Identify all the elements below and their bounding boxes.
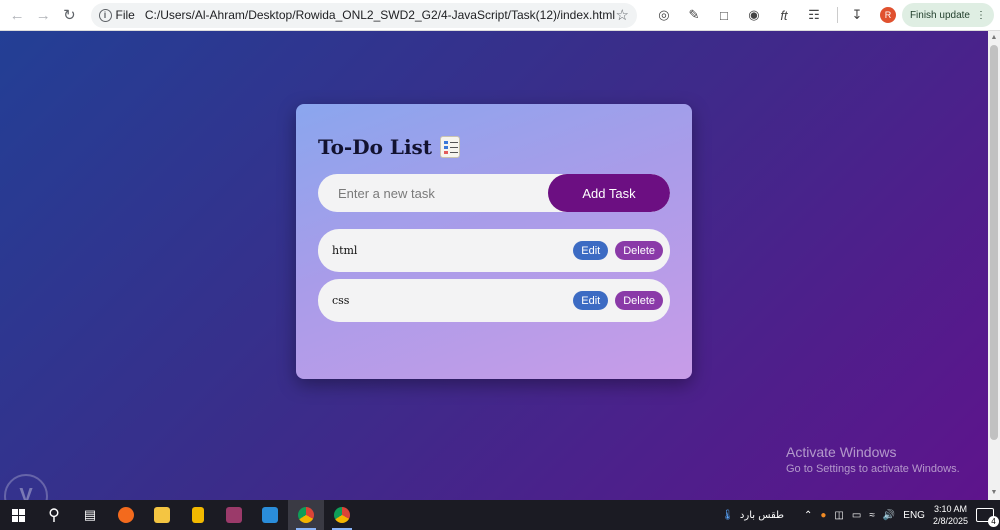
chrome-icon[interactable] [288,500,324,530]
file-explorer-icon[interactable] [144,500,180,530]
scroll-down-icon[interactable]: ▼ [990,489,998,497]
clock[interactable]: 3:10 AM 2/8/2025 [933,503,968,527]
todo-card: To-Do List Add Task html Edit Delete css… [296,104,692,379]
weather-text: طقس بارد [739,509,784,521]
clipboard-list-icon [440,136,461,158]
weather-widget[interactable]: 🌡 طقس بارد [721,510,784,521]
power-bi-icon[interactable] [180,500,216,530]
activate-subtitle: Go to Settings to activate Windows. [786,463,960,475]
chrome-profile-icon[interactable] [324,500,360,530]
profile-avatar[interactable]: R [879,7,896,23]
windows-taskbar: ⚲ ▤ 🌡 طقس بارد ⌃ ● ◫ ▭ ≈ 🔊 ENG 3:10 AM 2… [0,500,1000,530]
volume-icon[interactable]: 🔊 [883,510,895,521]
task-input-row: Add Task [318,174,670,212]
back-icon[interactable]: ← [6,3,28,27]
overlay-logo-icon: V [4,474,48,500]
font-extension-icon[interactable]: ft [771,3,797,27]
vscode-icon[interactable] [252,500,288,530]
tray-app-icon[interactable]: ● [820,510,826,521]
clock-date: 2/8/2025 [932,516,968,526]
finish-update-button[interactable]: Finish update ⋮ [901,3,994,27]
bookmark-star-icon[interactable]: ☆ [615,6,628,24]
finish-update-label: Finish update [909,9,970,21]
vertical-scrollbar[interactable]: ▲ ▼ [988,31,1000,500]
kebab-menu-icon: ⋮ [975,9,986,21]
activate-windows-watermark: Activate Windows Go to Settings to activ… [786,444,960,475]
edit-button[interactable]: Edit [573,291,609,310]
task-view-icon[interactable]: ▤ [72,500,108,530]
thermometer-icon: 🌡 [721,509,734,521]
translate-icon[interactable]: ◎ [651,3,677,27]
meet-now-icon[interactable]: ◫ [834,510,843,521]
new-task-input[interactable] [318,174,548,212]
task-list: html Edit Delete css Edit Delete [318,229,670,322]
url-text[interactable]: C:/Users/Al-Ahram/Desktop/Rowida_ONL2_SW… [145,8,616,22]
chevron-up-icon[interactable]: ⌃ [804,510,812,521]
add-task-button[interactable]: Add Task [548,174,670,212]
system-tray: 🌡 طقس بارد ⌃ ● ◫ ▭ ≈ 🔊 ENG 3:10 AM 2/8/2… [721,503,1000,527]
record-extension-icon[interactable]: ◉ [741,3,767,27]
toolbar-divider [836,7,838,23]
info-icon[interactable]: i [98,8,112,22]
clock-time: 3:10 AM [933,504,967,514]
browser-toolbar: ← → ↻ i File C:/Users/Al-Ahram/Desktop/R… [0,0,1000,31]
extensions-bar: ◎ ✎ □ ◉ ft ☶ ↧ R Finish update ⋮ [651,3,994,27]
firefox-icon[interactable] [108,500,144,530]
start-button[interactable] [0,500,36,530]
scrollbar-thumb[interactable] [990,45,998,440]
forward-icon[interactable]: → [32,3,54,27]
windows-logo-icon [11,508,25,522]
delete-button[interactable]: Delete [615,241,663,260]
language-indicator[interactable]: ENG [903,510,925,521]
notification-icon[interactable]: 4 [976,508,999,527]
title-text: To-Do List [318,135,433,159]
edit-button[interactable]: Edit [573,241,609,260]
search-icon[interactable]: ⚲ [36,500,72,530]
page-title: To-Do List [318,134,670,160]
task-item: css Edit Delete [318,279,670,322]
delete-button[interactable]: Delete [615,291,663,310]
notification-count: 4 [988,516,999,527]
task-text: html [332,244,358,257]
screenshot-extension-icon[interactable]: □ [711,3,737,27]
reload-icon[interactable]: ↻ [58,3,80,27]
scroll-up-icon[interactable]: ▲ [990,34,998,42]
task-text: css [332,294,350,307]
activate-title: Activate Windows [786,444,897,460]
scheme-label: File [115,8,135,22]
task-item: html Edit Delete [318,229,670,272]
address-bar[interactable]: i File C:/Users/Al-Ahram/Desktop/Rowida_… [90,2,637,28]
extensions-puzzle-icon[interactable]: ☶ [801,3,827,27]
download-icon[interactable]: ↧ [844,3,870,27]
battery-icon[interactable]: ▭ [852,510,861,521]
wifi-icon[interactable]: ≈ [869,510,875,521]
page-viewport: To-Do List Add Task html Edit Delete css… [0,31,988,500]
winrar-icon[interactable] [216,500,252,530]
eyedropper-extension-icon[interactable]: ✎ [681,3,707,27]
